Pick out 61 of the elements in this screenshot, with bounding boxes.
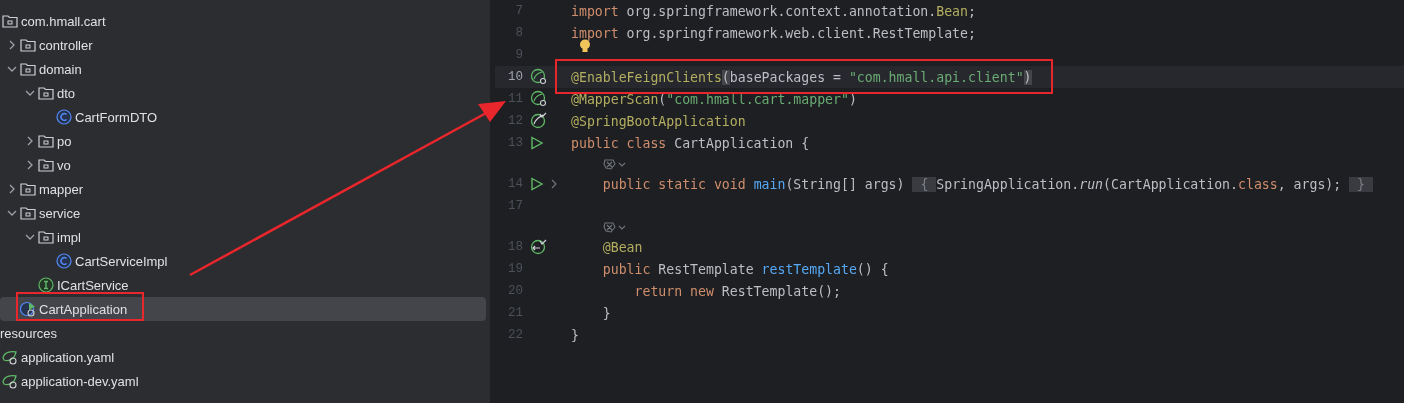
tree-item-label[interactable]: service (39, 205, 81, 221)
bean-search-icon[interactable] (530, 68, 548, 86)
tree-item-label[interactable]: po (57, 133, 72, 149)
leaf-file-icon (2, 373, 18, 389)
runnable-class-icon (20, 301, 36, 317)
tree-item-label[interactable]: CartApplication (39, 301, 128, 317)
bean-icon[interactable] (530, 238, 548, 256)
tree-item-label[interactable]: application.yaml (21, 349, 115, 365)
run-icon[interactable] (530, 177, 544, 191)
tree-item-label[interactable]: mapper (39, 181, 84, 197)
code-line: import org.springframework.context.annotation.Bean; (571, 3, 976, 19)
interface-icon (38, 277, 54, 293)
code-line: import org.springframework.web.client.RestTemplate; (571, 25, 976, 41)
class-icon (56, 253, 72, 269)
code-line: } (571, 327, 579, 343)
code-line: @Bean (601, 239, 643, 255)
chevron-icon[interactable] (7, 184, 17, 194)
tree-item-label[interactable]: CartFormDTO (75, 109, 158, 125)
chevron-icon[interactable] (25, 88, 35, 98)
package-folder-icon (2, 14, 18, 28)
tree-item-label[interactable]: vo (57, 157, 71, 173)
tree-item-label[interactable]: CartServiceImpl (75, 253, 168, 269)
code-line: public class CartApplication { (571, 135, 810, 151)
tree-item-label[interactable]: controller (39, 37, 93, 53)
code-line: @EnableFeignClients(basePackages = "com.hmall.api.client") (571, 69, 1032, 85)
chevron-icon[interactable] (25, 160, 35, 170)
tree-item-label[interactable]: application-dev.yaml (21, 373, 139, 389)
tree-item-label[interactable]: com.hmall.cart (21, 13, 106, 29)
tree-item-label[interactable]: impl (57, 229, 81, 245)
spring-leaf-icon[interactable] (530, 112, 548, 130)
fold-chevron-icon[interactable] (550, 179, 558, 189)
package-folder-icon (38, 134, 54, 148)
package-folder-icon (20, 206, 36, 220)
bean-search-icon[interactable] (530, 90, 548, 108)
package-folder-icon (38, 158, 54, 172)
package-folder-icon (20, 182, 36, 196)
package-folder-icon (38, 86, 54, 100)
run-icon[interactable] (530, 136, 544, 150)
code-line: public static void main(String[] args) { SpringApplication.run(CartApplication.class, args); } (571, 176, 1373, 192)
chevron-icon[interactable] (7, 40, 17, 50)
code-line: } (601, 305, 611, 321)
inlay-hint-icon[interactable] (603, 220, 627, 233)
chevron-icon[interactable] (7, 64, 17, 74)
chevron-icon[interactable] (25, 136, 35, 146)
tree-item-label[interactable]: dto (57, 85, 76, 101)
tree-item-label[interactable]: domain (39, 61, 82, 77)
package-folder-icon (20, 38, 36, 52)
chevron-icon[interactable] (25, 232, 35, 242)
code-line: @SpringBootApplication (571, 113, 746, 129)
chevron-icon[interactable] (7, 208, 17, 218)
class-icon (56, 109, 72, 125)
line-number: 10 (507, 70, 523, 84)
package-folder-icon (20, 62, 36, 76)
lightbulb-icon[interactable] (579, 39, 591, 53)
package-folder-icon (38, 230, 54, 244)
inlay-hint-icon[interactable] (603, 157, 627, 170)
code-line: return new RestTemplate(); (633, 283, 841, 299)
leaf-file-icon (2, 349, 18, 365)
code-line: public RestTemplate restTemplate() { (601, 261, 889, 277)
tree-item-label[interactable]: resources (0, 325, 58, 341)
tree-item-label[interactable]: ICartService (57, 277, 129, 293)
